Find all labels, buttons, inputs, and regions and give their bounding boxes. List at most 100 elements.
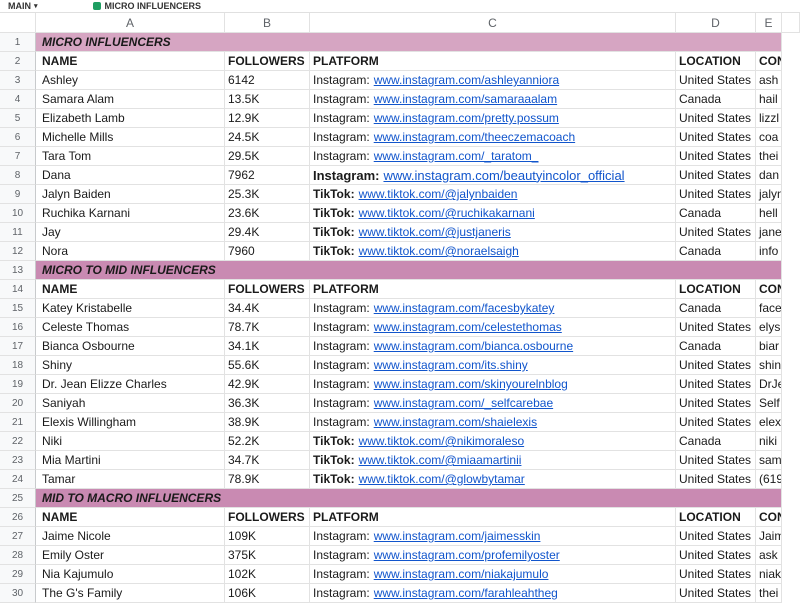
platform-cell[interactable]: Instagram:www.instagram.com/niakajumulo <box>310 565 676 584</box>
followers-cell[interactable]: 7962 <box>225 166 310 185</box>
name-cell[interactable]: Jaime Nicole <box>36 527 225 546</box>
location-cell[interactable]: United States <box>676 546 756 565</box>
name-cell[interactable]: Tara Tom <box>36 147 225 166</box>
location-cell[interactable]: United States <box>676 451 756 470</box>
contact-cell[interactable]: jane <box>756 223 782 242</box>
followers-cell[interactable]: 25.3K <box>225 185 310 204</box>
platform-cell[interactable]: TikTok:www.tiktok.com/@miaamartinii <box>310 451 676 470</box>
row-number[interactable]: 9 <box>0 185 36 204</box>
row-number[interactable]: 26 <box>0 508 36 527</box>
platform-cell[interactable]: Instagram:www.instagram.com/pretty.possu… <box>310 109 676 128</box>
profile-link[interactable]: www.tiktok.com/@nikimoraleso <box>359 434 525 448</box>
row-number[interactable]: 14 <box>0 280 36 299</box>
location-cell[interactable]: United States <box>676 128 756 147</box>
name-cell[interactable]: Dr. Jean Elizze Charles <box>36 375 225 394</box>
followers-cell[interactable]: 375K <box>225 546 310 565</box>
contact-cell[interactable]: elex <box>756 413 782 432</box>
platform-cell[interactable]: TikTok:www.tiktok.com/@noraelsaigh <box>310 242 676 261</box>
followers-cell[interactable]: 34.4K <box>225 299 310 318</box>
header-cell-platform[interactable]: PLATFORM <box>310 52 676 71</box>
column-header-b[interactable]: B <box>225 13 310 33</box>
platform-cell[interactable]: Instagram:www.instagram.com/samaraaalam <box>310 90 676 109</box>
row-number[interactable]: 1 <box>0 33 36 52</box>
contact-cell[interactable]: jalyn <box>756 185 782 204</box>
profile-link[interactable]: www.tiktok.com/@noraelsaigh <box>359 244 519 258</box>
name-cell[interactable]: The G's Family <box>36 584 225 603</box>
contact-cell[interactable]: info <box>756 242 782 261</box>
name-cell[interactable]: Nia Kajumulo <box>36 565 225 584</box>
location-cell[interactable]: United States <box>676 356 756 375</box>
row-number[interactable]: 4 <box>0 90 36 109</box>
platform-cell[interactable]: Instagram:www.instagram.com/facesbykatey <box>310 299 676 318</box>
column-header-d[interactable]: D <box>676 13 756 33</box>
location-cell[interactable]: Canada <box>676 299 756 318</box>
header-cell-followers[interactable]: FOLLOWERS <box>225 508 310 527</box>
profile-link[interactable]: www.instagram.com/profemilyoster <box>374 548 560 562</box>
platform-cell[interactable]: TikTok:www.tiktok.com/@ruchikakarnani <box>310 204 676 223</box>
platform-cell[interactable]: TikTok:www.tiktok.com/@glowbytamar <box>310 470 676 489</box>
header-cell-location[interactable]: LOCATION <box>676 280 756 299</box>
name-cell[interactable]: Bianca Osbourne <box>36 337 225 356</box>
profile-link[interactable]: www.instagram.com/_taratom_ <box>374 149 539 163</box>
location-cell[interactable]: United States <box>676 565 756 584</box>
followers-cell[interactable]: 42.9K <box>225 375 310 394</box>
platform-cell[interactable]: Instagram:www.instagram.com/bianca.osbou… <box>310 337 676 356</box>
column-header-c[interactable]: C <box>310 13 676 33</box>
followers-cell[interactable]: 109K <box>225 527 310 546</box>
header-cell-name[interactable]: NAME <box>36 280 225 299</box>
profile-link[interactable]: www.instagram.com/ashleyanniora <box>374 73 559 87</box>
header-cell-contact[interactable]: CON <box>756 52 782 71</box>
name-cell[interactable]: Celeste Thomas <box>36 318 225 337</box>
name-cell[interactable]: Elizabeth Lamb <box>36 109 225 128</box>
contact-cell[interactable]: DrJe <box>756 375 782 394</box>
name-cell[interactable]: Ashley <box>36 71 225 90</box>
row-number[interactable]: 23 <box>0 451 36 470</box>
followers-cell[interactable]: 102K <box>225 565 310 584</box>
contact-cell[interactable]: elys <box>756 318 782 337</box>
followers-cell[interactable]: 23.6K <box>225 204 310 223</box>
header-cell-location[interactable]: LOCATION <box>676 52 756 71</box>
location-cell[interactable]: United States <box>676 71 756 90</box>
contact-cell[interactable]: ask <box>756 546 782 565</box>
row-number[interactable]: 15 <box>0 299 36 318</box>
name-cell[interactable]: Michelle Mills <box>36 128 225 147</box>
name-cell[interactable]: Mia Martini <box>36 451 225 470</box>
followers-cell[interactable]: 52.2K <box>225 432 310 451</box>
platform-cell[interactable]: Instagram:www.instagram.com/_selfcarebae <box>310 394 676 413</box>
location-cell[interactable]: United States <box>676 223 756 242</box>
row-number[interactable]: 12 <box>0 242 36 261</box>
location-cell[interactable]: Canada <box>676 204 756 223</box>
row-number[interactable]: 29 <box>0 565 36 584</box>
header-cell-name[interactable]: NAME <box>36 52 225 71</box>
profile-link[interactable]: www.tiktok.com/@justjaneris <box>359 225 511 239</box>
name-cell[interactable]: Emily Oster <box>36 546 225 565</box>
location-cell[interactable]: United States <box>676 109 756 128</box>
followers-cell[interactable]: 34.7K <box>225 451 310 470</box>
row-number[interactable]: 25 <box>0 489 36 508</box>
followers-cell[interactable]: 29.5K <box>225 147 310 166</box>
platform-cell[interactable]: TikTok:www.tiktok.com/@jalynbaiden <box>310 185 676 204</box>
location-cell[interactable]: United States <box>676 413 756 432</box>
row-number[interactable]: 21 <box>0 413 36 432</box>
profile-link[interactable]: www.instagram.com/shaielexis <box>374 415 537 429</box>
row-number[interactable]: 11 <box>0 223 36 242</box>
location-cell[interactable]: Canada <box>676 90 756 109</box>
profile-link[interactable]: www.instagram.com/theeczemacoach <box>374 130 575 144</box>
location-cell[interactable]: United States <box>676 318 756 337</box>
followers-cell[interactable]: 36.3K <box>225 394 310 413</box>
profile-link[interactable]: www.instagram.com/farahleahtheg <box>374 586 558 600</box>
contact-cell[interactable]: sam <box>756 451 782 470</box>
platform-cell[interactable]: TikTok:www.tiktok.com/@justjaneris <box>310 223 676 242</box>
name-cell[interactable]: Samara Alam <box>36 90 225 109</box>
row-number[interactable]: 28 <box>0 546 36 565</box>
active-sheet-tab[interactable]: MICRO INFLUENCERS <box>93 1 202 12</box>
name-cell[interactable]: Niki <box>36 432 225 451</box>
location-cell[interactable]: United States <box>676 147 756 166</box>
section-title-cell[interactable]: MID TO MACRO INFLUENCERS <box>36 489 782 508</box>
header-cell-location[interactable]: LOCATION <box>676 508 756 527</box>
followers-cell[interactable]: 12.9K <box>225 109 310 128</box>
row-number[interactable]: 16 <box>0 318 36 337</box>
platform-cell[interactable]: Instagram:www.instagram.com/its.shiny <box>310 356 676 375</box>
contact-cell[interactable]: niak <box>756 565 782 584</box>
location-cell[interactable]: United States <box>676 166 756 185</box>
